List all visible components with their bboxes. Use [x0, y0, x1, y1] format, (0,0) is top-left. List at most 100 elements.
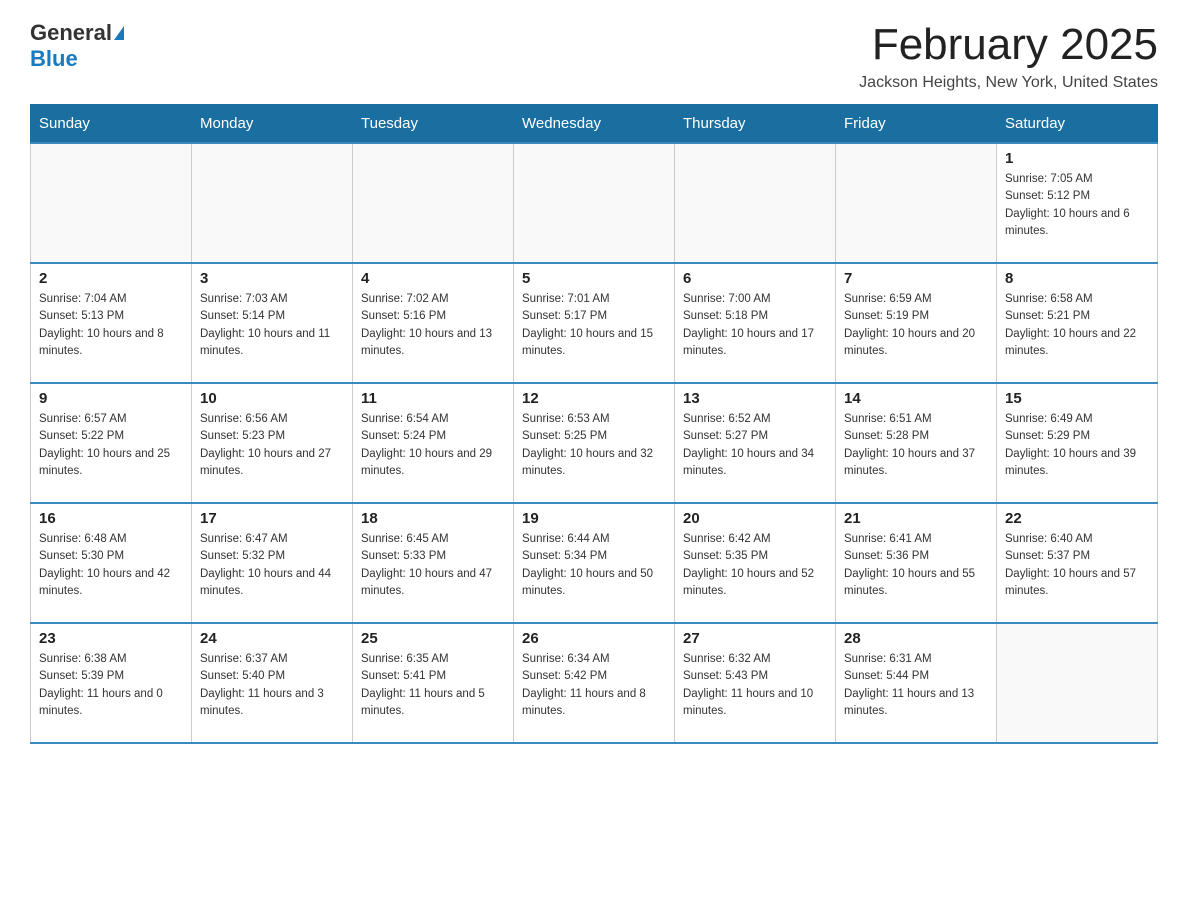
- page-header: General Blue February 2025 Jackson Heigh…: [30, 20, 1158, 92]
- calendar-week-row: 1Sunrise: 7:05 AMSunset: 5:12 PMDaylight…: [31, 143, 1158, 263]
- day-info: Sunrise: 6:34 AMSunset: 5:42 PMDaylight:…: [522, 651, 666, 720]
- location-subtitle: Jackson Heights, New York, United States: [859, 74, 1158, 92]
- calendar-cell: 20 Sunrise: 6:42 AMSunset: 5:35 PMDayligh…: [675, 503, 836, 623]
- day-info: Sunrise: 6:52 AMSunset: 5:27 PMDaylight:…: [683, 411, 827, 480]
- col-header-monday: Monday: [192, 105, 353, 144]
- calendar-cell: 4 Sunrise: 7:02 AMSunset: 5:16 PMDaylight…: [353, 263, 514, 383]
- calendar-cell: 28 Sunrise: 6:31 AMSunset: 5:44 PMDayligh…: [836, 623, 997, 743]
- day-info: Sunrise: 6:44 AMSunset: 5:34 PMDaylight:…: [522, 531, 666, 600]
- calendar-cell: [31, 143, 192, 263]
- day-number: 12: [522, 390, 666, 407]
- day-info: Sunrise: 6:48 AMSunset: 5:30 PMDaylight:…: [39, 531, 183, 600]
- day-info: Sunrise: 7:03 AMSunset: 5:14 PMDaylight:…: [200, 291, 344, 360]
- day-info: Sunrise: 6:40 AMSunset: 5:37 PMDaylight:…: [1005, 531, 1149, 600]
- calendar-cell: [836, 143, 997, 263]
- col-header-sunday: Sunday: [31, 105, 192, 144]
- calendar-cell: 25Sunrise: 6:35 AMSunset: 5:41 PMDayligh…: [353, 623, 514, 743]
- calendar-table: SundayMondayTuesdayWednesdayThursdayFrid…: [30, 104, 1158, 744]
- calendar-cell: 1Sunrise: 7:05 AMSunset: 5:12 PMDaylight…: [997, 143, 1158, 263]
- logo-blue-text: Blue: [30, 46, 78, 71]
- day-number: 16: [39, 510, 183, 527]
- day-info: Sunrise: 6:38 AMSunset: 5:39 PMDaylight:…: [39, 651, 183, 720]
- day-info: Sunrise: 6:32 AMSunset: 5:43 PMDaylight:…: [683, 651, 827, 720]
- calendar-cell: 3 Sunrise: 7:03 AMSunset: 5:14 PMDaylight…: [192, 263, 353, 383]
- calendar-week-row: 16 Sunrise: 6:48 AMSunset: 5:30 PMDayligh…: [31, 503, 1158, 623]
- day-number: 5: [522, 270, 666, 287]
- day-number: 22: [1005, 510, 1149, 527]
- logo: General Blue: [30, 20, 124, 72]
- calendar-cell: 23 Sunrise: 6:38 AMSunset: 5:39 PMDayligh…: [31, 623, 192, 743]
- calendar-cell: 22 Sunrise: 6:40 AMSunset: 5:37 PMDayligh…: [997, 503, 1158, 623]
- day-info: Sunrise: 6:35 AMSunset: 5:41 PMDaylight:…: [361, 651, 505, 720]
- logo-triangle-icon: [114, 26, 124, 40]
- day-number: 20: [683, 510, 827, 527]
- day-info: Sunrise: 6:47 AMSunset: 5:32 PMDaylight:…: [200, 531, 344, 600]
- day-info: Sunrise: 6:31 AMSunset: 5:44 PMDaylight:…: [844, 651, 988, 720]
- calendar-cell: 27 Sunrise: 6:32 AMSunset: 5:43 PMDayligh…: [675, 623, 836, 743]
- title-section: February 2025 Jackson Heights, New York,…: [859, 20, 1158, 92]
- day-number: 24: [200, 630, 344, 647]
- day-info: Sunrise: 6:51 AMSunset: 5:28 PMDaylight:…: [844, 411, 988, 480]
- day-number: 15: [1005, 390, 1149, 407]
- calendar-cell: 21 Sunrise: 6:41 AMSunset: 5:36 PMDayligh…: [836, 503, 997, 623]
- month-title: February 2025: [859, 20, 1158, 70]
- day-info: Sunrise: 6:37 AMSunset: 5:40 PMDaylight:…: [200, 651, 344, 720]
- day-info: Sunrise: 6:53 AMSunset: 5:25 PMDaylight:…: [522, 411, 666, 480]
- calendar-cell: [192, 143, 353, 263]
- day-number: 11: [361, 390, 505, 407]
- calendar-week-row: 23 Sunrise: 6:38 AMSunset: 5:39 PMDayligh…: [31, 623, 1158, 743]
- day-info: Sunrise: 6:59 AMSunset: 5:19 PMDaylight:…: [844, 291, 988, 360]
- day-info: Sunrise: 7:04 AMSunset: 5:13 PMDaylight:…: [39, 291, 183, 360]
- calendar-cell: 24 Sunrise: 6:37 AMSunset: 5:40 PMDayligh…: [192, 623, 353, 743]
- day-number: 4: [361, 270, 505, 287]
- day-number: 23: [39, 630, 183, 647]
- day-info: Sunrise: 6:41 AMSunset: 5:36 PMDaylight:…: [844, 531, 988, 600]
- day-info: Sunrise: 6:42 AMSunset: 5:35 PMDaylight:…: [683, 531, 827, 600]
- day-number: 8: [1005, 270, 1149, 287]
- day-info: Sunrise: 7:02 AMSunset: 5:16 PMDaylight:…: [361, 291, 505, 360]
- calendar-cell: 11 Sunrise: 6:54 AMSunset: 5:24 PMDayligh…: [353, 383, 514, 503]
- calendar-cell: 7 Sunrise: 6:59 AMSunset: 5:19 PMDaylight…: [836, 263, 997, 383]
- day-number: 17: [200, 510, 344, 527]
- day-number: 13: [683, 390, 827, 407]
- calendar-cell: [997, 623, 1158, 743]
- calendar-cell: 9 Sunrise: 6:57 AMSunset: 5:22 PMDaylight…: [31, 383, 192, 503]
- calendar-cell: 18 Sunrise: 6:45 AMSunset: 5:33 PMDayligh…: [353, 503, 514, 623]
- day-info: Sunrise: 6:45 AMSunset: 5:33 PMDaylight:…: [361, 531, 505, 600]
- calendar-cell: 17 Sunrise: 6:47 AMSunset: 5:32 PMDayligh…: [192, 503, 353, 623]
- col-header-thursday: Thursday: [675, 105, 836, 144]
- day-number: 21: [844, 510, 988, 527]
- day-info: Sunrise: 6:54 AMSunset: 5:24 PMDaylight:…: [361, 411, 505, 480]
- col-header-tuesday: Tuesday: [353, 105, 514, 144]
- day-number: 10: [200, 390, 344, 407]
- day-number: 26: [522, 630, 666, 647]
- day-info: Sunrise: 6:56 AMSunset: 5:23 PMDaylight:…: [200, 411, 344, 480]
- calendar-cell: 19 Sunrise: 6:44 AMSunset: 5:34 PMDayligh…: [514, 503, 675, 623]
- day-number: 19: [522, 510, 666, 527]
- day-number: 7: [844, 270, 988, 287]
- day-number: 6: [683, 270, 827, 287]
- day-number: 9: [39, 390, 183, 407]
- day-info: Sunrise: 7:01 AMSunset: 5:17 PMDaylight:…: [522, 291, 666, 360]
- day-number: 2: [39, 270, 183, 287]
- calendar-week-row: 2 Sunrise: 7:04 AMSunset: 5:13 PMDaylight…: [31, 263, 1158, 383]
- calendar-cell: 10 Sunrise: 6:56 AMSunset: 5:23 PMDayligh…: [192, 383, 353, 503]
- calendar-cell: 16 Sunrise: 6:48 AMSunset: 5:30 PMDayligh…: [31, 503, 192, 623]
- day-number: 27: [683, 630, 827, 647]
- calendar-cell: 13 Sunrise: 6:52 AMSunset: 5:27 PMDayligh…: [675, 383, 836, 503]
- day-number: 3: [200, 270, 344, 287]
- day-number: 18: [361, 510, 505, 527]
- col-header-friday: Friday: [836, 105, 997, 144]
- col-header-wednesday: Wednesday: [514, 105, 675, 144]
- day-info: Sunrise: 6:57 AMSunset: 5:22 PMDaylight:…: [39, 411, 183, 480]
- day-number: 1: [1005, 150, 1149, 167]
- col-header-saturday: Saturday: [997, 105, 1158, 144]
- day-number: 14: [844, 390, 988, 407]
- calendar-cell: [675, 143, 836, 263]
- calendar-cell: 15Sunrise: 6:49 AMSunset: 5:29 PMDayligh…: [997, 383, 1158, 503]
- calendar-cell: 26 Sunrise: 6:34 AMSunset: 5:42 PMDayligh…: [514, 623, 675, 743]
- calendar-cell: [353, 143, 514, 263]
- calendar-cell: 8Sunrise: 6:58 AMSunset: 5:21 PMDaylight…: [997, 263, 1158, 383]
- day-number: 28: [844, 630, 988, 647]
- calendar-header-row: SundayMondayTuesdayWednesdayThursdayFrid…: [31, 105, 1158, 144]
